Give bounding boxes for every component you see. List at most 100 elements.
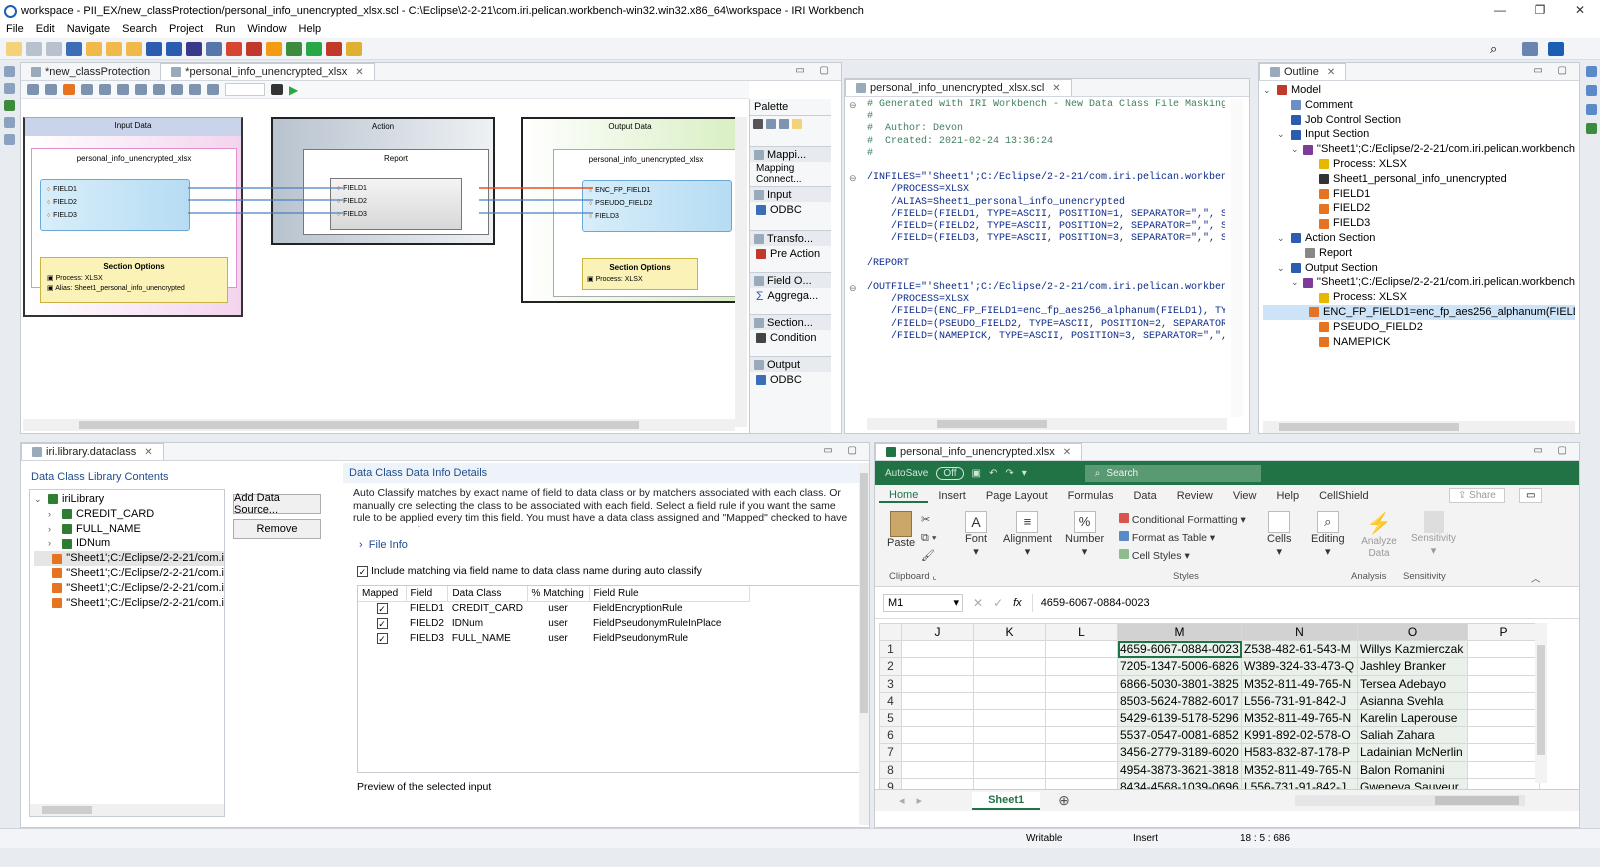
outline-hscrollbar[interactable] bbox=[1263, 421, 1575, 433]
cell[interactable] bbox=[901, 691, 974, 710]
cell[interactable]: Tersea Adebayo bbox=[1357, 674, 1468, 693]
refresh-icon[interactable] bbox=[63, 84, 75, 95]
cell[interactable] bbox=[973, 708, 1046, 728]
panel-min-max-controls[interactable]: ▭ ▢ bbox=[823, 445, 863, 456]
mask-icon[interactable] bbox=[226, 41, 242, 56]
cell[interactable] bbox=[973, 726, 1046, 745]
conditional-formatting-button[interactable]: Conditional Formatting ▾ bbox=[1119, 511, 1246, 529]
row-header[interactable]: 3 bbox=[879, 674, 902, 693]
cell[interactable]: 3456-2779-3189-6020 bbox=[1117, 743, 1242, 762]
minimize-button[interactable]: — bbox=[1480, 0, 1520, 20]
cell[interactable] bbox=[973, 743, 1046, 762]
include-matching-checkbox[interactable]: ✓ Include matching via field name to data… bbox=[357, 565, 859, 577]
share-button[interactable]: ⇪ Share bbox=[1449, 488, 1505, 503]
diagram-vscrollbar[interactable] bbox=[735, 117, 747, 427]
palette-group-field[interactable]: Field O... bbox=[750, 272, 831, 288]
diagram-canvas[interactable]: Input Data personal_info_unencrypted_xls… bbox=[23, 99, 735, 417]
new-icon[interactable] bbox=[6, 41, 22, 56]
tab-xlsx[interactable]: personal_info_unencrypted.xlsx ✕ bbox=[875, 443, 1083, 460]
outline-item[interactable]: ⌄ Output Section bbox=[1263, 261, 1575, 276]
menu-project[interactable]: Project bbox=[169, 23, 203, 35]
cell[interactable] bbox=[901, 708, 974, 728]
restore-button[interactable]: ❐ bbox=[1520, 0, 1560, 20]
mapped-checkbox[interactable]: ✓ bbox=[376, 617, 388, 629]
cut-icon[interactable]: ✂ bbox=[921, 511, 937, 529]
cell[interactable]: K991-892-02-578-O bbox=[1241, 726, 1358, 745]
collapse-ribbon-icon[interactable]: ︿ bbox=[1531, 571, 1541, 585]
tab-dataclass[interactable]: iri.library.dataclass ✕ bbox=[21, 443, 164, 460]
trim-view-icon-1[interactable] bbox=[1585, 66, 1597, 77]
script-hscrollbar[interactable] bbox=[867, 418, 1227, 430]
close-button[interactable]: ✕ bbox=[1560, 0, 1600, 20]
cell[interactable]: 8503-5624-7882-6017 bbox=[1117, 691, 1242, 710]
column-header-m[interactable]: M bbox=[1117, 622, 1242, 642]
cell[interactable] bbox=[973, 674, 1046, 693]
menu-help[interactable]: Help bbox=[299, 23, 322, 35]
tab-new-class-protection[interactable]: *new_classProtection bbox=[21, 63, 160, 80]
row-header[interactable]: 5 bbox=[879, 708, 902, 728]
restore-view-icon[interactable] bbox=[3, 117, 15, 128]
cell[interactable]: Z538-482-61-543-M bbox=[1241, 640, 1358, 659]
cell[interactable]: Balon Romanini bbox=[1357, 760, 1468, 779]
prev-sheet-icon[interactable]: ◂ bbox=[899, 794, 905, 807]
insert-function-icon[interactable]: fx bbox=[1013, 597, 1022, 609]
outline-item[interactable]: ENC_FP_FIELD1=enc_fp_aes256_alphanum(FIE… bbox=[1263, 304, 1575, 320]
cell[interactable] bbox=[1467, 674, 1540, 693]
outline-item[interactable]: ⌄ ''Sheet1';C:/Eclipse/2-2-21/com.iri.pel… bbox=[1263, 275, 1575, 290]
cell[interactable]: 5429-6139-5178-5296 bbox=[1117, 708, 1242, 728]
library-tree-item[interactable]: › IDNum bbox=[34, 536, 224, 551]
layout-icon[interactable] bbox=[27, 84, 39, 95]
table-row[interactable]: ✓ FIELD3 FULL_NAME user FieldPseudonymRule bbox=[358, 631, 749, 646]
cell[interactable]: Ladainian McNerlin bbox=[1357, 743, 1468, 762]
expand-toggle-icon[interactable]: › bbox=[48, 522, 58, 537]
cell[interactable] bbox=[1045, 760, 1118, 779]
minimized-view-icon[interactable] bbox=[3, 66, 15, 77]
cell[interactable]: L556-731-91-842-J bbox=[1241, 691, 1358, 710]
cell[interactable]: Asianna Svehla bbox=[1357, 691, 1468, 710]
row-header[interactable]: 7 bbox=[879, 743, 902, 762]
outline-item[interactable]: FIELD3 bbox=[1263, 216, 1575, 231]
print-icon[interactable] bbox=[66, 41, 82, 56]
cell[interactable]: L556-731-91-842-J bbox=[1241, 777, 1358, 789]
ribbon-tab-help[interactable]: Help bbox=[1266, 490, 1309, 502]
outline-item[interactable]: FIELD2 bbox=[1263, 201, 1575, 216]
row-header[interactable]: 6 bbox=[879, 726, 902, 745]
excel-save-icon[interactable]: ▣ bbox=[972, 468, 981, 479]
scroll-thumb[interactable] bbox=[1279, 423, 1459, 431]
cell[interactable] bbox=[901, 657, 974, 676]
outline-item[interactable]: Report bbox=[1263, 246, 1575, 261]
expand-toggle-icon[interactable]: ⌄ bbox=[1277, 231, 1287, 246]
palette-item-odbc-output[interactable]: ODBC bbox=[750, 372, 831, 388]
search-icon[interactable]: ⌕ bbox=[1490, 41, 1497, 57]
cell[interactable]: 6866-5030-3801-3825 bbox=[1117, 674, 1242, 693]
column-header-n[interactable]: N bbox=[1241, 622, 1358, 642]
formula-input[interactable]: 4659-6067-0884-0023 bbox=[1031, 593, 1579, 612]
cell[interactable] bbox=[1467, 726, 1540, 745]
ribbon-tab-home[interactable]: Home bbox=[879, 489, 929, 503]
cell[interactable] bbox=[1045, 743, 1118, 762]
column-header-p[interactable]: P bbox=[1467, 622, 1540, 642]
camera-icon[interactable] bbox=[271, 84, 283, 95]
palette-group-section[interactable]: Section... bbox=[750, 314, 831, 330]
font-button[interactable]: A Font ▾ bbox=[965, 511, 987, 558]
scroll-thumb[interactable] bbox=[1537, 645, 1545, 755]
outline-item[interactable]: ⌄ Model bbox=[1263, 83, 1575, 98]
sensitivity-button[interactable]: Sensitivity ▾ bbox=[1411, 511, 1456, 557]
pointer-icon[interactable] bbox=[753, 119, 763, 129]
mapped-checkbox[interactable]: ✓ bbox=[376, 602, 388, 614]
close-tab-icon[interactable]: ✕ bbox=[144, 447, 152, 458]
zoom-out-icon[interactable] bbox=[207, 84, 219, 95]
close-tab-icon[interactable]: ✕ bbox=[1052, 83, 1060, 94]
external-tools-icon[interactable] bbox=[326, 41, 342, 56]
tree-icon[interactable] bbox=[45, 84, 57, 95]
cell[interactable]: M352-811-49-765-N bbox=[1241, 674, 1358, 693]
table-row[interactable]: ✓ FIELD1 CREDIT_CARD user FieldEncryptionRul… bbox=[358, 601, 749, 616]
panel-min-max-controls[interactable]: ▭ ▢ bbox=[795, 65, 835, 76]
row-header[interactable]: 8 bbox=[879, 760, 902, 779]
ribbon-tab-cellshield[interactable]: CellShield bbox=[1309, 490, 1379, 502]
cell[interactable] bbox=[1467, 708, 1540, 728]
cell[interactable] bbox=[1045, 657, 1118, 676]
cell[interactable]: Jashley Branker bbox=[1357, 657, 1468, 676]
library-tree-item[interactable]: ''Sheet1';C:/Eclipse/2-2-21/com.i bbox=[34, 581, 224, 596]
table-row[interactable]: ✓ FIELD2 IDNum user FieldPseudonymRuleInPlac… bbox=[358, 616, 749, 631]
